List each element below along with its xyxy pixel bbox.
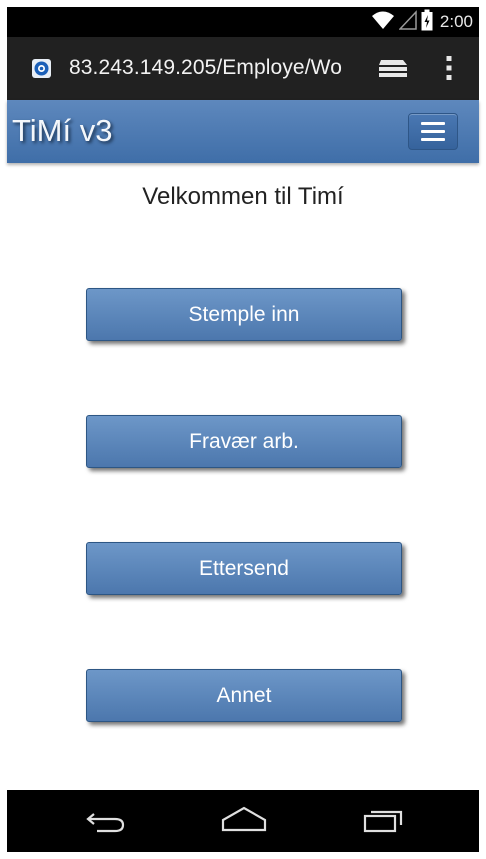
url-field[interactable]: 83.243.149.205/Employe/Wo (69, 56, 342, 80)
battery-icon (421, 9, 433, 36)
wifi-icon (371, 10, 395, 35)
welcome-heading: Velkommen til Timí (142, 183, 344, 210)
app-title[interactable]: TiMí v3 (12, 113, 112, 149)
status-icons: 2:00 (371, 7, 473, 37)
app-header: TiMí v3 (7, 100, 479, 163)
favicon-icon (32, 59, 51, 78)
hamburger-icon[interactable] (408, 113, 458, 150)
hamburger-line (421, 122, 445, 125)
ettersend-button[interactable]: Ettersend (86, 542, 402, 595)
status-time: 2:00 (439, 12, 473, 31)
android-nav-bar (7, 790, 479, 852)
browser-url-bar: 83.243.149.205/Employe/Wo (7, 37, 479, 100)
tabs-icon[interactable] (378, 59, 408, 84)
overflow-menu-icon[interactable] (445, 55, 453, 86)
hamburger-line (421, 138, 445, 141)
annet-button[interactable]: Annet (86, 669, 402, 722)
status-bar: 2:00 (7, 7, 479, 37)
stemple-inn-button[interactable]: Stemple inn (86, 288, 402, 341)
fravaer-arb-button[interactable]: Fravær arb. (86, 415, 402, 468)
hamburger-line (421, 130, 445, 133)
signal-icon (398, 9, 417, 35)
